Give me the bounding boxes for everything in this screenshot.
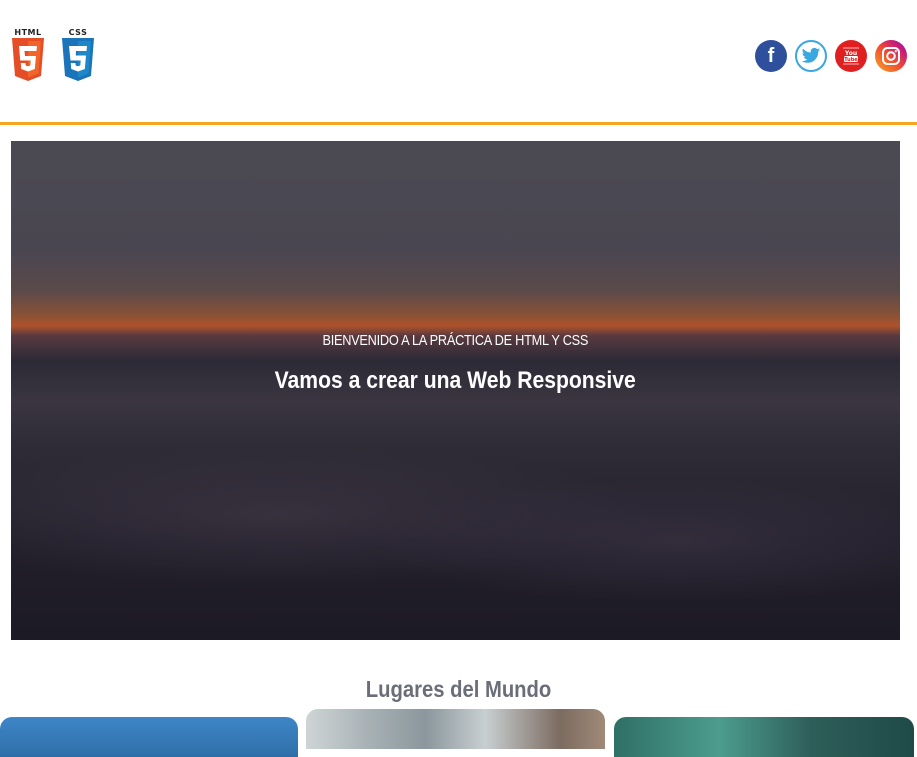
hero-banner: BIENVENIDO A LA PRÁCTICA DE HTML Y CSS V… [11,141,900,640]
instagram-icon[interactable] [875,40,907,72]
css3-logo-icon: CSS [58,28,98,82]
svg-text:You: You [844,50,857,57]
html5-shield-icon [12,38,44,81]
youtube-icon[interactable]: You Tube [835,40,867,72]
hero-content: BIENVENIDO A LA PRÁCTICA DE HTML Y CSS V… [11,141,900,640]
css3-shield-icon [62,38,94,81]
twitter-icon[interactable] [795,40,827,72]
youtube-badge-icon: You Tube [838,43,864,69]
html5-logo-label: HTML [14,28,42,37]
hero-title: Vamos a crear una Web Responsive [274,366,637,394]
site-header: HTML CSS f You Tube [0,0,917,125]
instagram-camera-icon [882,47,900,65]
facebook-glyph: f [767,44,775,67]
svg-text:Tube: Tube [844,57,858,63]
css3-logo-label: CSS [68,28,88,37]
hero-kicker: BIENVENIDO A LA PRÁCTICA DE HTML Y CSS [322,331,589,349]
html5-logo-icon: HTML [8,28,48,82]
facebook-icon[interactable]: f [755,40,787,72]
twitter-bird-icon [801,47,821,63]
place-card-image[interactable] [0,717,298,757]
place-card-image[interactable] [614,717,914,757]
places-gallery [0,708,917,757]
social-links: f You Tube [755,40,907,72]
tech-logos: HTML CSS [8,28,98,82]
place-card-image[interactable] [306,709,605,749]
places-section-title: Lugares del Mundo [365,676,552,702]
